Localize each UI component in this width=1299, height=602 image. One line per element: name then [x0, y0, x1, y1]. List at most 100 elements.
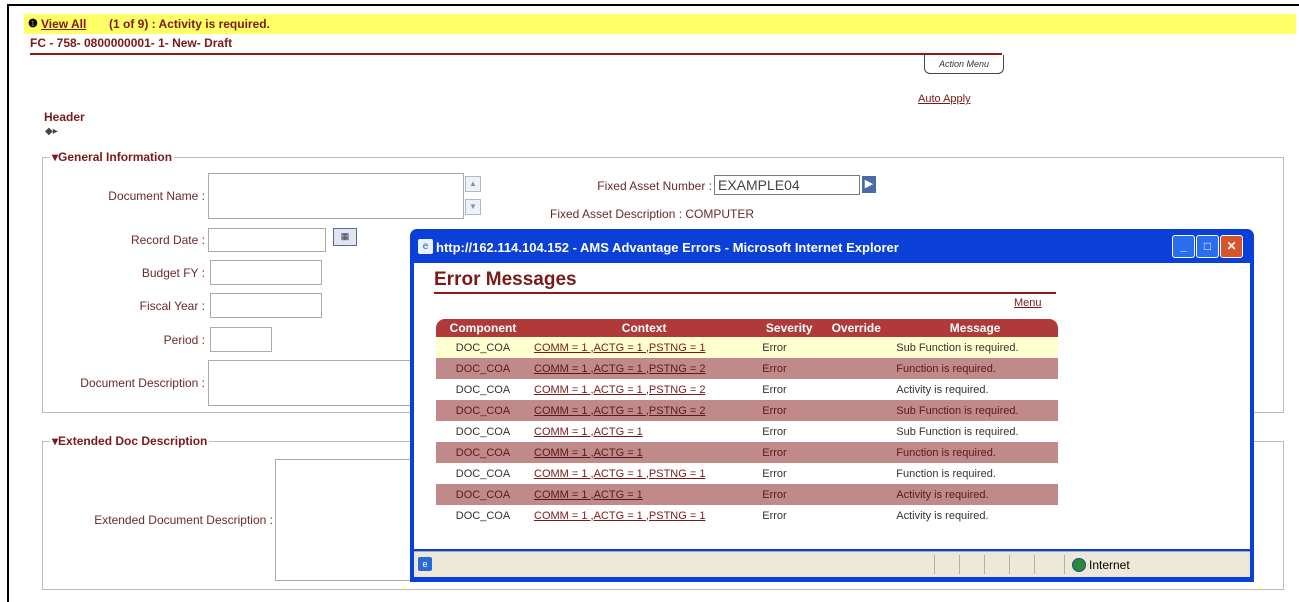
severity-cell: Error	[758, 379, 821, 400]
column-header-context: Context	[530, 319, 759, 337]
severity-cell: Error	[758, 442, 821, 463]
override-cell	[820, 505, 893, 526]
scroll-down-icon[interactable]: ▼	[465, 199, 481, 215]
component-cell: DOC_COA	[436, 337, 530, 358]
table-row: DOC_COA COMM = 1 ,ACTG = 1 Error Functio…	[436, 442, 1058, 463]
component-cell: DOC_COA	[436, 421, 530, 442]
table-row: DOC_COA COMM = 1 ,ACTG = 1 ,PSTNG = 1 Er…	[436, 337, 1058, 358]
auto-apply-link[interactable]: Auto Apply	[918, 93, 971, 105]
lookup-arrow-icon[interactable]: ▶	[862, 176, 876, 193]
severity-cell: Error	[758, 505, 821, 526]
record-date-label: Record Date :	[130, 233, 205, 247]
status-separator	[984, 555, 985, 574]
message-cell: Activity is required.	[892, 379, 1058, 400]
info-icon: ❶	[28, 18, 38, 30]
status-bar: e Internet	[414, 551, 1250, 577]
status-separator	[934, 555, 935, 574]
divider	[30, 53, 1002, 55]
context-link[interactable]: COMM = 1 ,ACTG = 1 ,PSTNG = 1	[530, 463, 759, 484]
minimize-button[interactable]: _	[1172, 235, 1195, 258]
override-cell	[820, 421, 893, 442]
fiscal-year-field[interactable]	[210, 293, 322, 318]
severity-cell: Error	[758, 484, 821, 505]
period-field[interactable]	[210, 327, 272, 352]
severity-cell: Error	[758, 358, 821, 379]
calendar-icon[interactable]: ▦	[333, 228, 357, 246]
document-description-label: Document Description :	[80, 376, 205, 390]
severity-cell: Error	[758, 421, 821, 442]
table-row: DOC_COA COMM = 1 ,ACTG = 1 ,PSTNG = 1 Er…	[436, 463, 1058, 484]
page-icon: e	[418, 557, 432, 571]
record-date-field[interactable]	[208, 228, 326, 252]
context-link[interactable]: COMM = 1 ,ACTG = 1 ,PSTNG = 2	[530, 379, 759, 400]
context-link[interactable]: COMM = 1 ,ACTG = 1 ,PSTNG = 2	[530, 400, 759, 421]
severity-cell: Error	[758, 463, 821, 484]
view-all-link[interactable]: View All	[41, 17, 86, 31]
extended-description-field[interactable]	[275, 459, 417, 581]
component-cell: DOC_COA	[436, 400, 530, 421]
errors-popup-window: e http://162.114.104.152 - AMS Advantage…	[410, 229, 1254, 582]
fixed-asset-number-input[interactable]: EXAMPLE04	[714, 175, 860, 195]
divider	[434, 292, 1056, 294]
security-zone-label: Internet	[1089, 558, 1130, 572]
override-cell	[820, 463, 893, 484]
message-cell: Function is required.	[892, 442, 1058, 463]
column-header-message: Message	[892, 319, 1058, 337]
message-cell: Sub Function is required.	[892, 421, 1058, 442]
fixed-asset-description: Fixed Asset Description : COMPUTER	[550, 207, 755, 221]
context-link[interactable]: COMM = 1 ,ACTG = 1 ,PSTNG = 1	[530, 337, 759, 358]
table-row: DOC_COA COMM = 1 ,ACTG = 1 Error Sub Fun…	[436, 421, 1058, 442]
action-menu-button[interactable]: Action Menu	[924, 55, 1004, 74]
error-messages-heading: Error Messages	[434, 269, 577, 290]
popup-content: Error Messages Menu Component Context Se…	[414, 263, 1250, 568]
message-cell: Function is required.	[892, 358, 1058, 379]
ie-icon: e	[418, 239, 433, 254]
status-separator	[1034, 555, 1035, 574]
document-description-field[interactable]	[208, 360, 414, 406]
override-cell	[820, 337, 893, 358]
component-cell: DOC_COA	[436, 484, 530, 505]
budget-fy-field[interactable]	[210, 260, 322, 285]
column-header-component: Component	[436, 319, 530, 337]
scroll-up-icon[interactable]: ▲	[465, 176, 481, 192]
context-link[interactable]: COMM = 1 ,ACTG = 1	[530, 484, 759, 505]
override-cell	[820, 400, 893, 421]
error-banner: ❶ View All (1 of 9) : Activity is requir…	[24, 14, 1296, 34]
extended-description-title[interactable]: ▾Extended Doc Description	[50, 434, 210, 448]
document-id: FC - 758- 0800000001- 1- New- Draft	[30, 36, 233, 50]
override-cell	[820, 358, 893, 379]
status-separator	[959, 555, 960, 574]
context-link[interactable]: COMM = 1 ,ACTG = 1	[530, 421, 759, 442]
component-cell: DOC_COA	[436, 358, 530, 379]
close-button[interactable]: ✕	[1220, 235, 1243, 258]
document-name-field[interactable]	[208, 173, 464, 219]
override-cell	[820, 484, 893, 505]
column-header-severity: Severity	[758, 319, 821, 337]
context-link[interactable]: COMM = 1 ,ACTG = 1 ,PSTNG = 1	[530, 505, 759, 526]
menu-link[interactable]: Menu	[1014, 297, 1042, 309]
maximize-button[interactable]: □	[1196, 235, 1219, 258]
section-header-label: Header	[44, 110, 85, 124]
fiscal-year-label: Fiscal Year :	[139, 299, 205, 313]
error-table: Component Context Severity Override Mess…	[436, 319, 1058, 526]
period-label: Period :	[163, 333, 205, 347]
table-row: DOC_COA COMM = 1 ,ACTG = 1 ,PSTNG = 1 Er…	[436, 505, 1058, 526]
context-link[interactable]: COMM = 1 ,ACTG = 1	[530, 442, 759, 463]
override-cell	[820, 379, 893, 400]
message-cell: Sub Function is required.	[892, 337, 1058, 358]
severity-cell: Error	[758, 400, 821, 421]
table-row: DOC_COA COMM = 1 ,ACTG = 1 ,PSTNG = 2 Er…	[436, 400, 1058, 421]
message-cell: Activity is required.	[892, 484, 1058, 505]
column-header-override: Override	[820, 319, 893, 337]
override-cell	[820, 442, 893, 463]
expand-collapse-icon[interactable]: ◆▸	[45, 126, 58, 137]
status-separator	[1064, 555, 1065, 574]
general-information-title[interactable]: ▾General Information	[50, 150, 175, 164]
context-link[interactable]: COMM = 1 ,ACTG = 1 ,PSTNG = 2	[530, 358, 759, 379]
component-cell: DOC_COA	[436, 505, 530, 526]
severity-cell: Error	[758, 337, 821, 358]
status-separator	[1009, 555, 1010, 574]
table-row: DOC_COA COMM = 1 ,ACTG = 1 ,PSTNG = 2 Er…	[436, 358, 1058, 379]
component-cell: DOC_COA	[436, 463, 530, 484]
budget-fy-label: Budget FY :	[141, 266, 205, 280]
